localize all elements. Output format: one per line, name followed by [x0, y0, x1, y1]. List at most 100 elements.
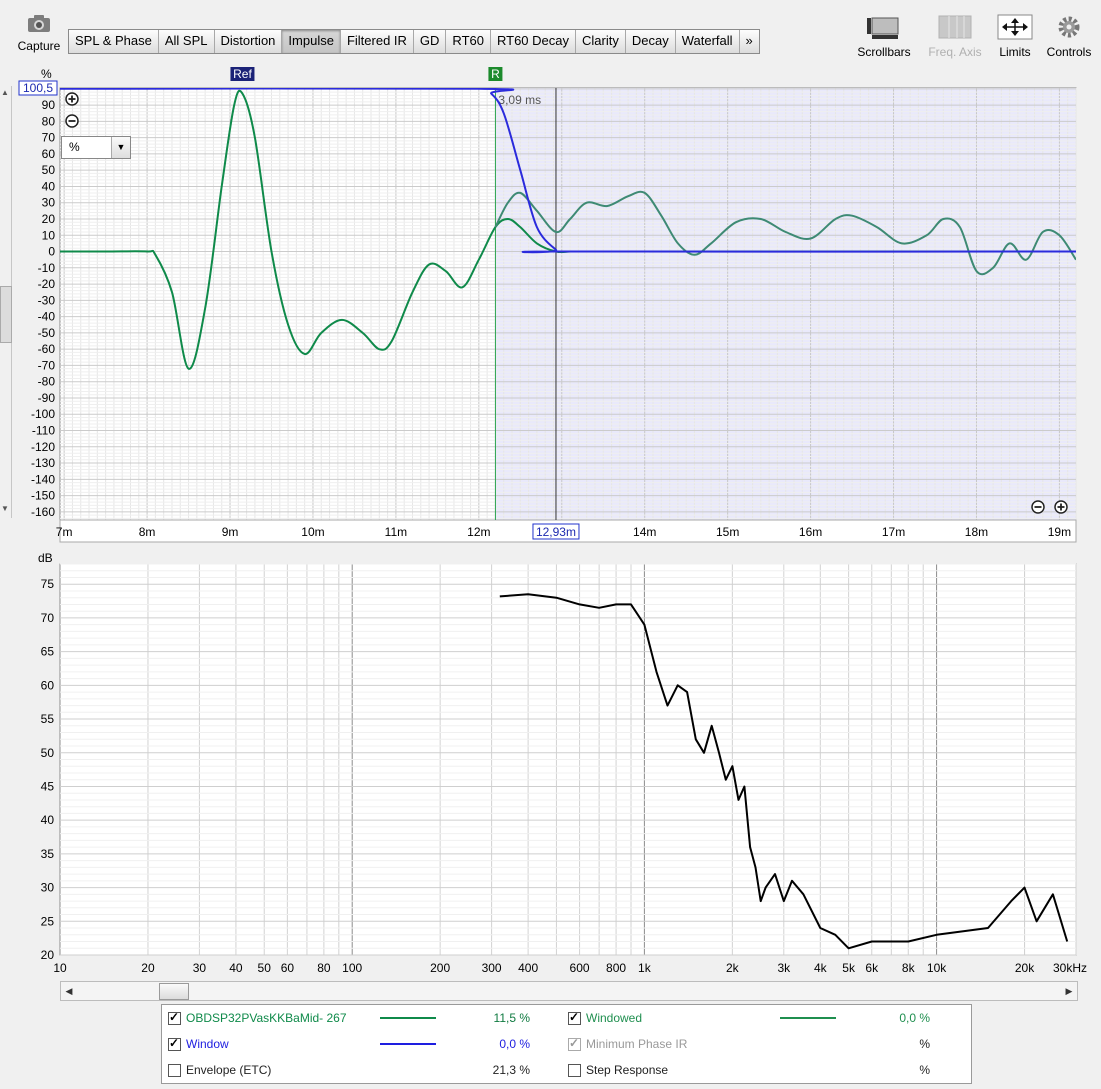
spl-x-tick: 200 — [430, 961, 450, 975]
legend-swatch-window — [380, 1043, 436, 1045]
tab-waterfall[interactable]: Waterfall — [675, 30, 740, 53]
scrollbars-icon — [867, 17, 899, 39]
legend-label-minimum-phase-ir: Minimum Phase IR — [586, 1037, 688, 1051]
impulse-y-tick: 70 — [42, 131, 56, 145]
tab-rt60[interactable]: RT60 — [446, 30, 491, 53]
tab-all-spl[interactable]: All SPL — [158, 30, 215, 53]
impulse-y-tick: -100 — [31, 407, 55, 421]
impulse-y-tick: -30 — [38, 293, 56, 307]
tab-rt60-decay[interactable]: RT60 Decay — [490, 30, 576, 53]
legend-checkbox-window[interactable] — [168, 1036, 181, 1051]
impulse-y-tick: 80 — [42, 114, 56, 128]
spl-y-tick: 25 — [41, 914, 55, 928]
impulse-y-tick: -110 — [32, 424, 55, 438]
y-unit-select[interactable]: % ▼ — [61, 136, 131, 159]
r-marker-label: R — [491, 67, 500, 81]
spl-x-tick: 10 — [53, 961, 67, 975]
impulse-y-tick: -10 — [38, 261, 56, 275]
impulse-y-tick: -140 — [31, 472, 55, 486]
spl-y-tick: 75 — [41, 577, 55, 591]
capture-label: Capture — [17, 39, 61, 53]
scroll-left-arrow-icon[interactable]: ◀ — [61, 982, 77, 1000]
impulse-y-tick: 90 — [42, 98, 56, 112]
tab-spl-phase[interactable]: SPL & Phase — [69, 30, 159, 53]
x-zoom-in-icon[interactable] — [1054, 500, 1068, 514]
spl-x-tick: 300 — [482, 961, 502, 975]
tab-gd[interactable]: GD — [413, 30, 447, 53]
impulse-x-tick: 15m — [716, 525, 739, 539]
impulse-y-tick: -120 — [31, 440, 55, 454]
spl-x-tick: 60 — [281, 961, 295, 975]
y-zoom-out-icon[interactable] — [65, 114, 79, 128]
impulse-x-tick: 19m — [1048, 525, 1071, 539]
legend-value-step-response: % — [919, 1063, 930, 1077]
window-duration-label: 3,09 ms — [498, 93, 541, 107]
spl-x-tick: 800 — [606, 961, 626, 975]
impulse-y-tick: -90 — [38, 391, 56, 405]
impulse-y-tick: 60 — [42, 147, 56, 161]
spl-x-tick: 6k — [865, 961, 879, 975]
legend-checkbox-windowed[interactable] — [568, 1010, 581, 1025]
chevron-down-icon[interactable]: ▼ — [111, 137, 130, 158]
spl-y-tick: 35 — [41, 847, 55, 861]
impulse-y-tick: -80 — [38, 375, 56, 389]
tab-more[interactable]: » — [739, 30, 759, 53]
legend-panel: OBDSP32PVasKKBaMid- 267 11,5 % Windowed 0,0… — [161, 1004, 972, 1084]
legend-checkbox-obdsp32pvaskkbamid-267[interactable] — [168, 1010, 181, 1025]
toolbar: Capture SPL & Phase All SPL Distortion Impu… — [0, 0, 1101, 70]
legend-value-windowed: 0,0 % — [899, 1011, 930, 1025]
tab-bar: SPL & Phase All SPL Distortion Impulse Filte… — [68, 29, 760, 54]
spl-x-tick: 8k — [902, 961, 916, 975]
controls-button[interactable]: Controls — [1042, 14, 1096, 59]
spl-y-tick: 30 — [41, 881, 55, 895]
legend-value-obdsp32pvaskkbamid-267: 11,5 % — [493, 1011, 530, 1025]
plots-area: 9080706050403020100-10-20-30-40-50-60-70… — [18, 67, 1087, 975]
spl-x-tick: 20 — [141, 961, 155, 975]
spl-x-tick: 2k — [726, 961, 740, 975]
spl-y-tick: 40 — [41, 813, 55, 827]
spl-x-tick: 600 — [570, 961, 590, 975]
impulse-y-tick: 10 — [42, 228, 56, 242]
spl-y-tick: 65 — [41, 645, 55, 659]
impulse-y-tick: -70 — [38, 358, 56, 372]
tab-clarity[interactable]: Clarity — [576, 30, 626, 53]
spl-y-tick: 50 — [41, 746, 55, 760]
horizontal-scrollbar[interactable]: ◀ ▶ — [60, 981, 1078, 1001]
scroll-right-arrow-icon[interactable]: ▶ — [1061, 982, 1077, 1000]
spl-x-tick: 400 — [518, 961, 538, 975]
legend-checkbox-step-response[interactable] — [568, 1064, 581, 1077]
spl-x-tick: 100 — [342, 961, 362, 975]
tab-impulse[interactable]: Impulse — [282, 30, 341, 53]
limits-button[interactable]: Limits — [994, 14, 1036, 59]
capture-button[interactable]: Capture — [14, 12, 64, 53]
scrollbars-button[interactable]: Scrollbars — [852, 14, 916, 59]
impulse-x-tick: 7m — [56, 525, 73, 539]
tab-decay[interactable]: Decay — [625, 30, 676, 53]
tab-filtered-ir[interactable]: Filtered IR — [340, 30, 414, 53]
impulse-y-tick: 30 — [42, 196, 56, 210]
spl-y-tick: 20 — [41, 948, 55, 962]
impulse-x-tick: 17m — [882, 525, 905, 539]
limits-arrows-icon — [997, 14, 1033, 40]
legend-swatch-obdsp32pvaskkbamid-267 — [380, 1017, 436, 1019]
impulse-x-tick: 14m — [633, 525, 656, 539]
spl-plot[interactable]: 757065605550454035302520dB10 20 30 40 50 60 80… — [38, 551, 1087, 975]
y-zoom-in-icon[interactable] — [65, 92, 79, 106]
spl-x-tick: 5k — [842, 961, 856, 975]
legend-checkbox-envelope-etc[interactable] — [168, 1064, 181, 1077]
cursor-label: 12,93m — [536, 525, 576, 539]
x-zoom-out-icon[interactable] — [1031, 500, 1045, 514]
tab-distortion[interactable]: Distortion — [214, 30, 283, 53]
spl-y-tick: 45 — [41, 779, 55, 793]
spl-x-tick: 30 — [193, 961, 207, 975]
impulse-plot[interactable]: 90 80 70 60 50 40 30 20 10 0 -10 -20 -30 -40 -50 -60 -70… — [18, 67, 1077, 543]
impulse-y-tick: -60 — [38, 342, 56, 356]
legend-label-windowed: Windowed — [586, 1011, 643, 1025]
impulse-y-tick: 0 — [48, 245, 55, 259]
spl-y-tick: 55 — [41, 712, 55, 726]
impulse-x-tick: 10m — [301, 525, 324, 539]
impulse-y-tick: -20 — [38, 277, 56, 291]
freq-axis-icon — [938, 15, 972, 39]
horizontal-scroll-thumb[interactable] — [159, 983, 189, 1000]
impulse-y-tick: 50 — [42, 163, 56, 177]
